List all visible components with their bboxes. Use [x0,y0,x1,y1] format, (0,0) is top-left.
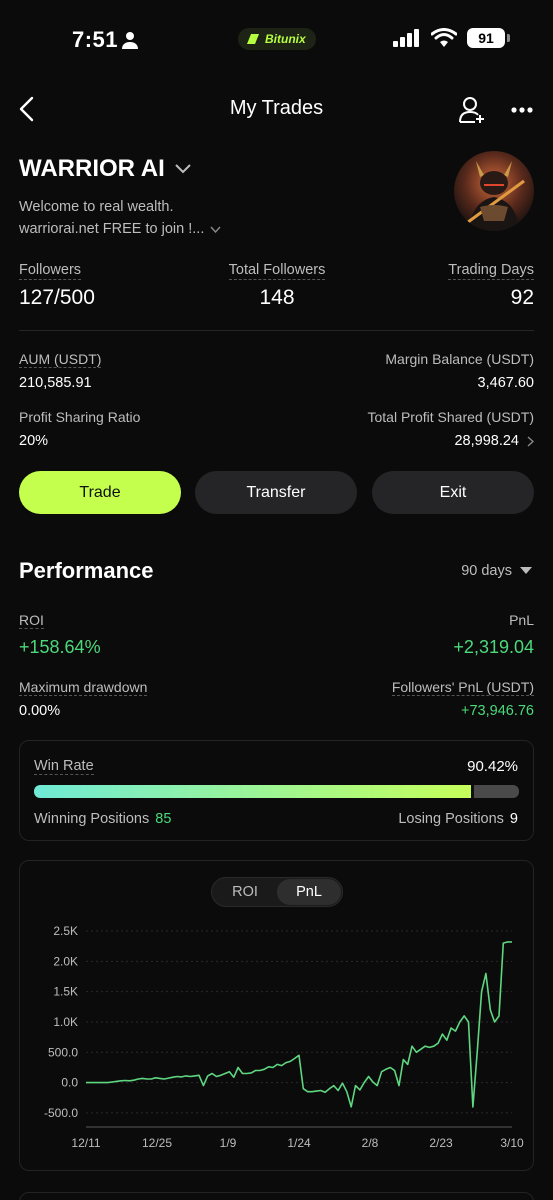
pnl-series-line [86,941,513,1108]
y-tick-label: -500.0 [44,1106,78,1120]
avatar[interactable] [454,151,534,231]
expand-bio-icon [210,226,221,233]
total-profit-shared[interactable]: Total Profit Shared (USDT) 28,998.24 [367,409,535,449]
total-followers-value: 148 [259,286,295,309]
bitunix-logo-icon [247,34,259,44]
y-tick-label: 2.5K [53,924,78,938]
fpnl-label: Followers' PnL (USDT) [391,679,534,696]
y-tick-label: 1.0K [53,1015,78,1029]
y-tick-label: 1.5K [53,985,78,999]
trader-name-dropdown[interactable]: WARRIOR AI [19,155,191,183]
win-rate-label: Win Rate [34,758,94,775]
tps-value: 28,998.24 [454,433,519,449]
chart-toggle: ROI PnL [211,877,343,907]
win-rate-card: Win Rate 90.42% Winning Positions 85 Losi… [19,740,534,841]
x-tick-label: 12/11 [71,1136,100,1150]
bio-line-1: Welcome to real wealth. [19,199,174,215]
app-badge: Bitunix [238,28,316,50]
wifi-icon [431,28,457,47]
period-value: 90 days [461,563,512,579]
bio-line-2: warriorai.net FREE to join !... [19,221,205,237]
psr-label: Profit Sharing Ratio [19,409,141,425]
mdd-label: Maximum drawdown [19,679,148,696]
aum-value: 210,585.91 [19,375,92,391]
tps-label: Total Profit Shared (USDT) [367,409,535,425]
followers-stat: Followers 127/500 [19,261,95,310]
pnl-value: +2,319.04 [453,637,534,657]
tab-pnl[interactable]: PnL [277,879,341,905]
losing-label: Losing Positions [398,811,504,827]
roi-label: ROI [19,612,44,629]
total-followers-stat: Total Followers 148 [225,261,329,310]
losing-positions: Losing Positions 9 [398,811,518,827]
transfer-button[interactable]: Transfer [195,471,357,514]
y-tick-label: 2.0K [53,954,78,968]
next-card [19,1192,534,1200]
chevron-down-icon [175,164,191,174]
person-icon [122,32,138,49]
followers-pnl: Followers' PnL (USDT) +73,946.76 [391,679,534,719]
trading-days-value: 92 [510,286,534,309]
x-tick-label: 1/24 [287,1136,311,1150]
trader-name: WARRIOR AI [19,155,165,182]
x-tick-label: 2/23 [429,1136,453,1150]
win-rate-value: 90.42% [467,758,518,775]
win-rate-separator [470,785,474,798]
psr-value: 20% [19,433,49,449]
winning-value: 85 [155,811,172,827]
pnl: PnL +2,319.04 [453,612,534,658]
status-time: 7:51 [72,27,119,52]
period-selector[interactable]: 90 days [461,563,532,579]
performance-title: Performance [19,558,154,583]
divider [19,330,534,331]
battery-indicator: 91 [467,28,510,48]
followers-label: Followers [19,262,82,280]
profit-sharing-ratio: Profit Sharing Ratio 20% [19,409,140,449]
caret-down-icon [520,567,532,574]
winning-label: Winning Positions [34,811,150,827]
x-tick-label: 2/8 [362,1136,379,1150]
trading-days-stat: Trading Days 92 [448,261,534,310]
margin-balance: Margin Balance (USDT) 3,467.60 [385,351,534,391]
signal-icon [393,29,419,47]
chevron-right-icon [527,435,534,447]
status-bar: 7:51 Bitunix 91 [0,0,553,80]
margin-value: 3,467.60 [477,375,534,391]
margin-label: Margin Balance (USDT) [385,351,534,367]
tab-roi[interactable]: ROI [213,879,277,905]
nav-bar: My Trades [0,88,553,130]
y-tick-label: 500.0 [48,1045,78,1059]
roi: ROI +158.64% [19,612,101,658]
pnl-label: PnL [509,612,534,628]
fpnl-value: +73,946.76 [461,703,534,719]
trading-days-label: Trading Days [448,262,534,280]
x-tick-label: 1/9 [220,1136,237,1150]
mdd-value: 0.00% [19,703,61,719]
total-followers-label: Total Followers [228,262,326,280]
aum-label: AUM (USDT) [19,351,102,368]
exit-button[interactable]: Exit [372,471,534,514]
aum: AUM (USDT) 210,585.91 [19,351,102,391]
followers-value: 127/500 [19,286,95,309]
x-tick-label: 3/10 [500,1136,524,1150]
more-icon[interactable] [511,106,533,114]
y-tick-label: 0.0 [61,1076,78,1090]
x-tick-label: 12/25 [142,1136,172,1150]
trader-bio[interactable]: Welcome to real wealth. warriorai.net FR… [19,196,221,240]
max-drawdown: Maximum drawdown 0.00% [19,679,148,719]
win-rate-fill [34,785,471,798]
losing-value: 9 [509,811,518,827]
pnl-chart: 2.5K 2.0K 1.5K 1.0K 500.0 0.0 -500.0 12/11 12/25… [44,924,524,1150]
app-badge-label: Bitunix [265,32,306,46]
win-rate-bar [34,785,519,798]
add-user-icon[interactable] [458,96,486,124]
roi-value: +158.64% [19,637,101,657]
pnl-chart-card: 2.5K 2.0K 1.5K 1.0K 500.0 0.0 -500.0 12/11 12/25… [19,860,534,1171]
status-indicators: 91 [393,28,510,48]
trade-button[interactable]: Trade [19,471,181,514]
winning-positions: Winning Positions 85 [34,811,171,827]
